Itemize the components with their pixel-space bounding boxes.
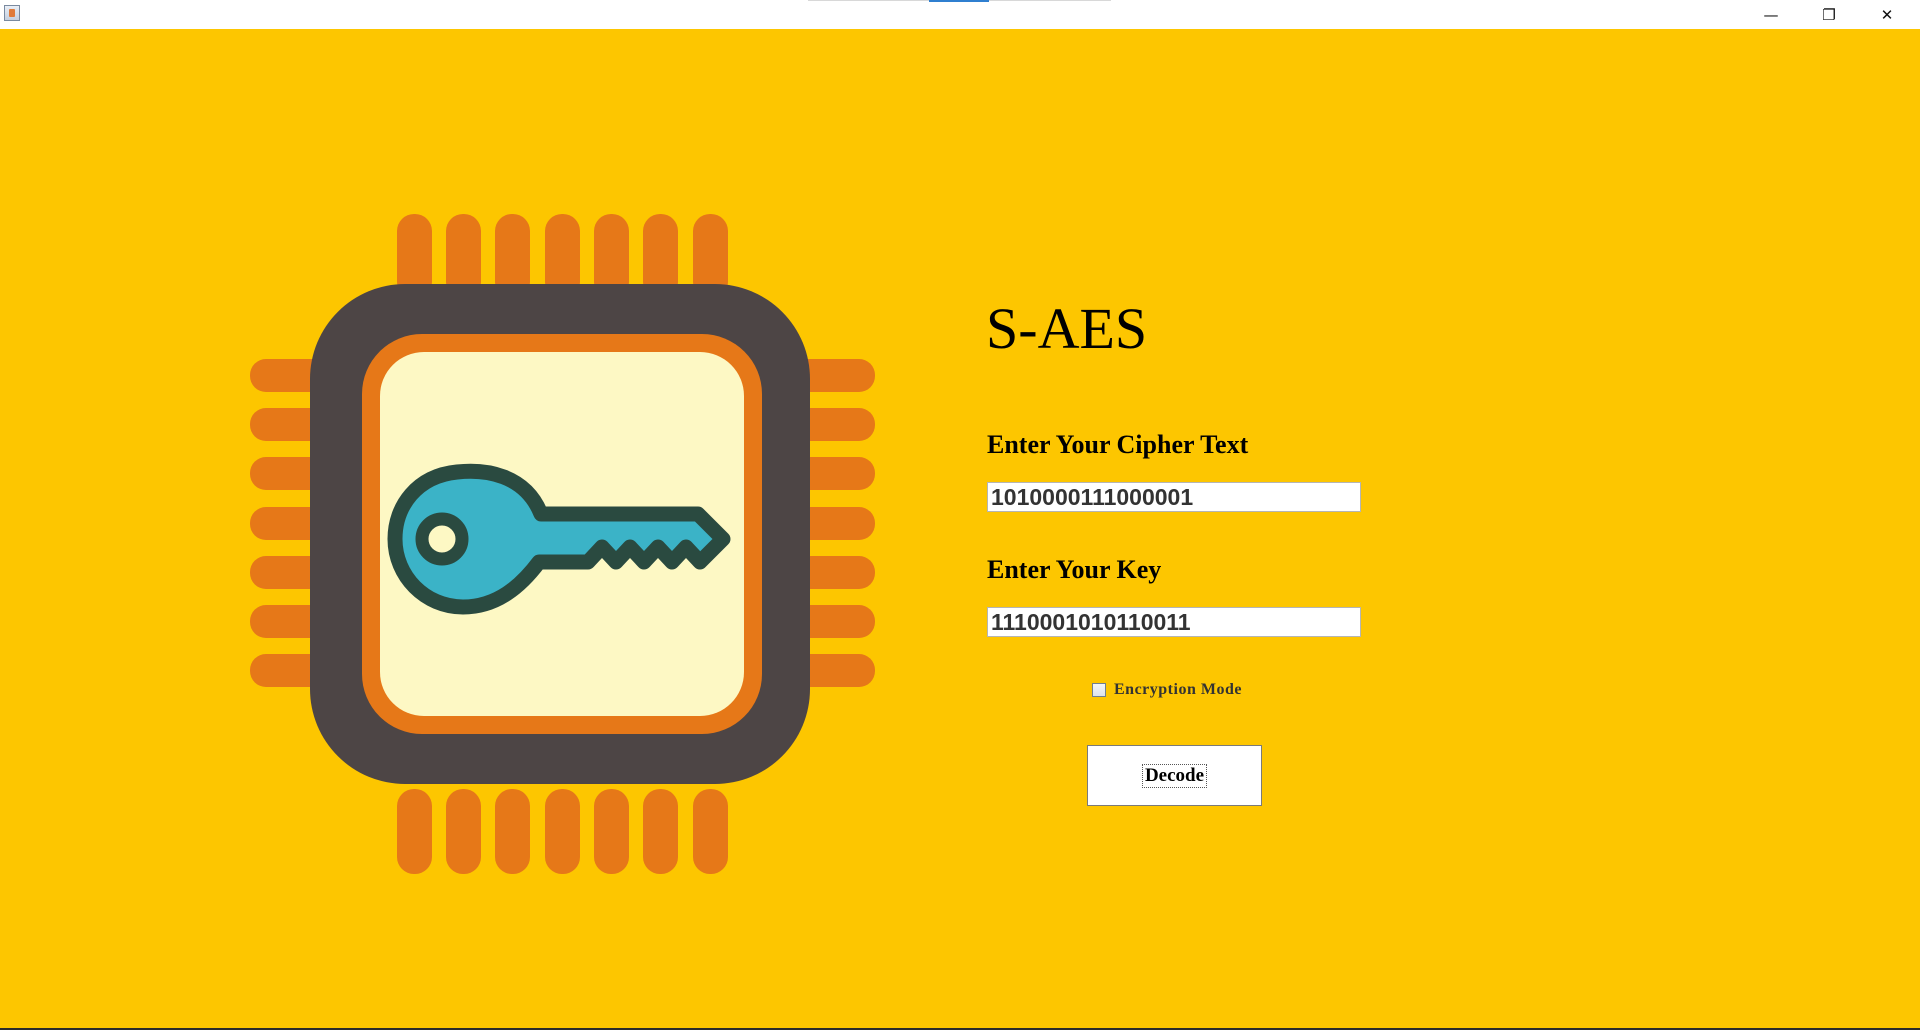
close-icon: ✕ — [1880, 5, 1894, 24]
cipher-text-label: Enter Your Cipher Text — [987, 430, 1249, 459]
restore-button[interactable]: ❐ — [1800, 0, 1858, 29]
chip-key-icon — [250, 214, 875, 874]
close-button[interactable]: ✕ — [1858, 0, 1916, 29]
encryption-mode-label: Encryption Mode — [1114, 681, 1242, 698]
app-window: — ❐ ✕ S-AES Enter Your Cipher Text 10100… — [0, 0, 1920, 1030]
minimize-icon: — — [1763, 5, 1779, 24]
app-title: S-AES — [986, 296, 1148, 361]
decode-button[interactable]: Decode — [1087, 745, 1262, 806]
java-app-icon — [4, 5, 20, 21]
key-label: Enter Your Key — [987, 555, 1162, 584]
cipher-text-input[interactable] — [987, 482, 1361, 512]
restore-icon: ❐ — [1822, 5, 1836, 24]
encryption-mode-checkbox[interactable] — [1092, 683, 1106, 697]
title-bar-accent — [929, 0, 989, 2]
main-panel: S-AES Enter Your Cipher Text Enter Your … — [0, 29, 1920, 1028]
key-input[interactable] — [987, 607, 1361, 637]
decode-button-label: Decode — [1141, 763, 1208, 788]
minimize-button[interactable]: — — [1742, 0, 1800, 29]
encryption-mode-option[interactable]: Encryption Mode — [1092, 680, 1242, 700]
title-bar[interactable]: — ❐ ✕ — [0, 0, 1920, 29]
